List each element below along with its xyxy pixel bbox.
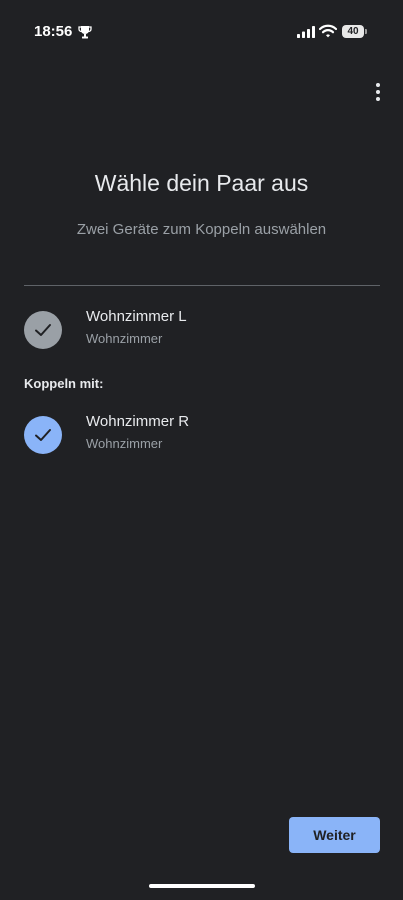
next-button[interactable]: Weiter [289,817,380,853]
pair-with-label: Koppeln mit: [24,376,104,391]
status-bar: 18:56 40 [0,0,403,64]
device-name: Wohnzimmer L [86,308,187,325]
device-room: Wohnzimmer [86,331,163,346]
divider [24,285,380,286]
device-room: Wohnzimmer [86,436,163,451]
check-circle-icon [24,311,62,349]
device-row-primary[interactable]: Wohnzimmer L Wohnzimmer [24,308,380,351]
wifi-icon [319,24,337,38]
home-indicator[interactable] [149,884,255,888]
signal-icon [297,26,315,38]
battery-level: 40 [342,25,364,38]
device-row-pair[interactable]: Wohnzimmer R Wohnzimmer [24,413,380,456]
status-time: 18:56 [34,23,73,40]
check-circle-icon [24,416,62,454]
page-subtitle: Zwei Geräte zum Koppeln auswählen [76,221,327,238]
trophy-icon [78,26,92,39]
battery-cap [365,29,367,34]
battery-icon: 40 [342,25,367,38]
overflow-menu-icon[interactable] [368,80,388,104]
page-title: Wähle dein Paar aus [94,170,309,196]
device-name: Wohnzimmer R [86,413,190,430]
